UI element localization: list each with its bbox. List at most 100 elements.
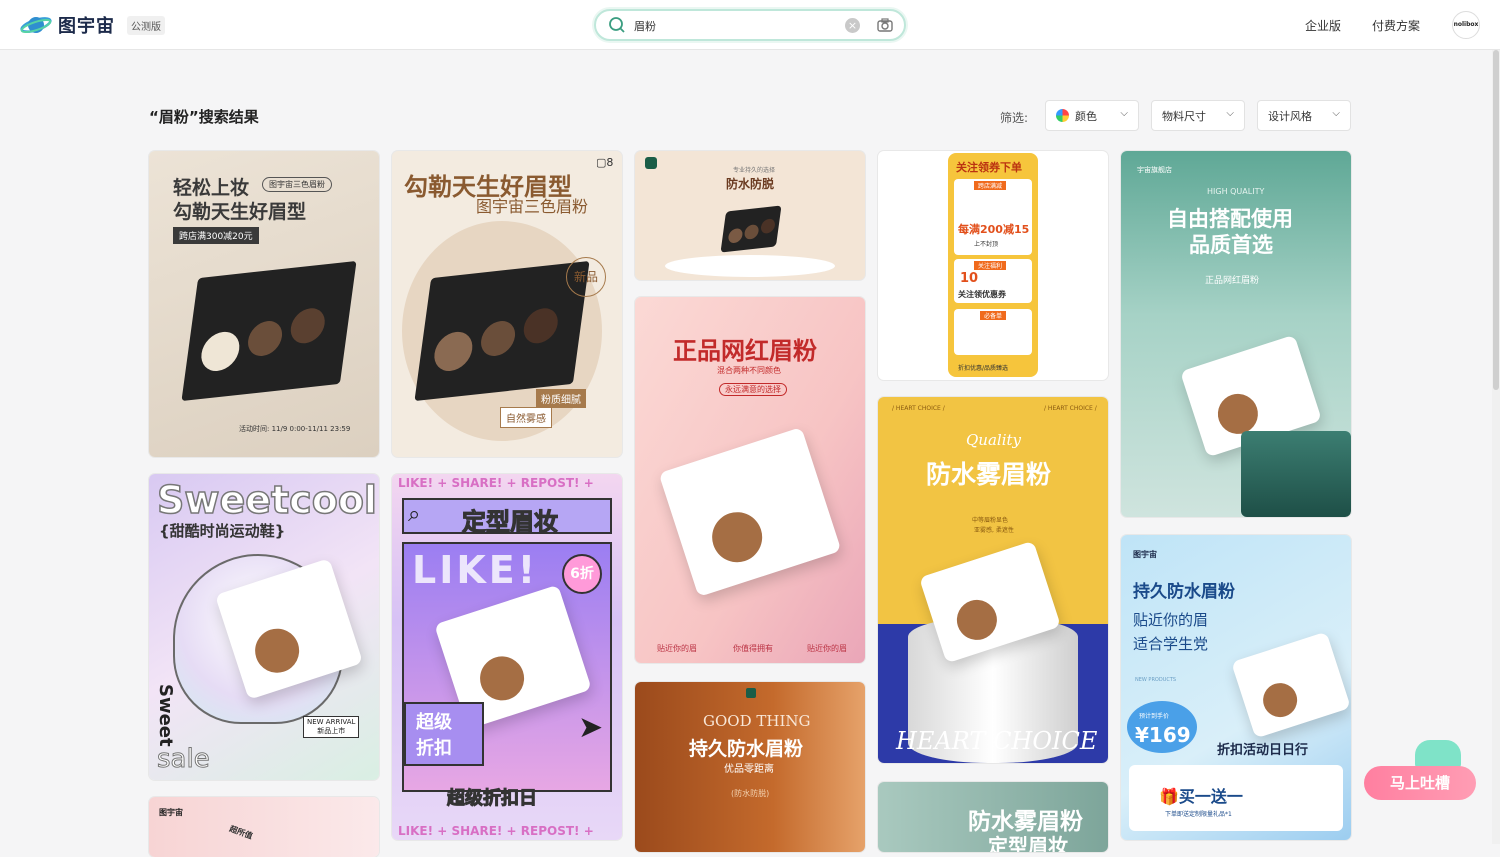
card-title: Sweetcool (156, 477, 377, 523)
card-title: 正品网红眉粉 (673, 336, 817, 365)
template-card[interactable]: 图宇宙 持久防水眉粉 贴近你的眉 适合学生党 NEW PRODUCTS 预计到手… (1121, 535, 1351, 840)
avatar[interactable]: nolibox (1452, 11, 1480, 39)
template-card[interactable]: 图宇宙 超所值 (149, 797, 379, 857)
feature-label: 自然雾感 (500, 407, 552, 428)
big-text: LIKE! (412, 548, 539, 592)
card-title: 持久防水眉粉 (1133, 582, 1235, 602)
cursor-icon: ➤ (578, 710, 604, 745)
card-brand: 图宇宙 (1133, 550, 1157, 559)
scrollbar-thumb[interactable] (1493, 50, 1499, 390)
template-card[interactable]: 正品网红眉粉 混合两种不同颜色 永远满意的选择 贴近你的眉 你值得拥有 贴近你的… (635, 297, 865, 663)
template-card[interactable]: Sweetcool {甜酷时尚运动鞋} Sweet sale NEW ARRIV… (149, 474, 379, 780)
card-title: 持久防水眉粉 (689, 738, 804, 760)
card-subtitle: 优品零距离 (724, 764, 774, 775)
card-subtitle: 正品网红眉粉 (1205, 276, 1260, 286)
template-card[interactable]: 勾勒天生好眉型 图宇宙三色眉粉 ▢8 新品 粉质细腻 自然雾感 (392, 151, 622, 457)
card-subtitle: 适合学生党 (1133, 635, 1209, 653)
card-brand: 图宇宙 (159, 808, 183, 817)
feedback-button[interactable]: 马上吐槽 (1364, 766, 1476, 800)
card-time: 活动时间: 11/9 0:00-11/11 23:59 (239, 425, 351, 433)
card-subtitle: 定型眉妆 (988, 834, 1068, 852)
card-subtitle: GOOD THING (703, 712, 811, 730)
feature: 贴近你的眉 (657, 644, 697, 653)
coupon-poster: 关注领券下单 跨店满减 每满200减15 上不封顶 关注福利 10 关注领优惠券… (948, 153, 1038, 377)
card-tag: 超所值 (228, 824, 254, 841)
card-shop: 宇宙旗舰店 (1137, 166, 1172, 174)
coupon-box: 关注福利 10 关注领优惠券 (954, 259, 1032, 303)
price-bubble: 预计到手价 ¥169 (1127, 701, 1197, 753)
filter-color[interactable]: 颜色 ⌵ (1045, 100, 1139, 131)
page-count: ▢8 (596, 156, 614, 169)
card-subtitle: 贴近你的眉 (1133, 611, 1209, 629)
new-arrival-badge: NEW ARRIVAL 新品上市 (303, 716, 360, 738)
brand-icon (645, 157, 657, 169)
card-tag: / HEART CHOICE / (1044, 405, 1097, 412)
template-card[interactable]: 专业持久的选择 防水防脱 (635, 151, 865, 280)
filter-style[interactable]: 设计风格 ⌵ (1257, 100, 1351, 131)
nav-pricing[interactable]: 付费方案 (1372, 17, 1420, 34)
search-bar[interactable]: 眉粉 × (594, 9, 906, 41)
card-subtitle: {甜酷时尚运动鞋} (159, 522, 286, 540)
results-title: “眉粉”搜索结果 (149, 108, 259, 126)
card-tag: / HEART CHOICE / (892, 405, 945, 412)
card-subtitle: Quality (966, 431, 1021, 449)
card-note: (防水防脱) (731, 789, 770, 798)
clear-icon[interactable]: × (845, 18, 860, 33)
template-card[interactable]: LIKE! + SHARE! + REPOST! + ⌕ 定型眉妆 LIKE! … (392, 474, 622, 840)
card-title: 防水雾眉粉 (926, 460, 1052, 489)
coupon-box: 必备单 (954, 309, 1032, 355)
template-card[interactable]: GOOD THING 持久防水眉粉 优品零距离 (防水防脱) (635, 682, 865, 852)
chevron-down-icon: ⌵ (1226, 108, 1234, 119)
product-image (181, 260, 357, 402)
product-image (1231, 631, 1351, 739)
logo-text: 图宇宙 (58, 16, 115, 37)
logo[interactable]: 图宇宙 公测版 (20, 12, 165, 38)
podium (665, 255, 835, 277)
template-card[interactable]: 轻松上妆 勾勒天生好眉型 图宇宙三色眉粉 跨店满300减20元 活动时间: 11… (149, 151, 379, 457)
search-input[interactable]: 眉粉 (634, 18, 656, 34)
brand-icon (746, 688, 756, 698)
card-title: 品质首选 (1189, 232, 1273, 257)
beta-badge: 公测版 (127, 15, 165, 35)
nav-enterprise[interactable]: 企业版 (1305, 17, 1341, 34)
filter-style-label: 设计风格 (1268, 109, 1312, 123)
feature-label: 粉质细腻 (536, 389, 586, 408)
card-title: 防水防脱 (726, 177, 775, 191)
side-text: Sweet (155, 684, 176, 747)
filter-color-label: 颜色 (1075, 109, 1097, 123)
card-tag: HIGH QUALITY (1207, 187, 1265, 196)
card-footer-title: 超级折扣日 (447, 788, 538, 810)
card-subtitle: 永远满意的选择 (719, 383, 787, 396)
template-card[interactable]: / HEART CHOICE / / HEART CHOICE / Qualit… (878, 397, 1108, 763)
promo-box: 超级 折扣 (404, 702, 484, 766)
discount-badge: 6折 (562, 554, 602, 594)
coupon-box: 跨店满减 每满200减15 上不封顶 (954, 179, 1032, 255)
bottom-banner: LIKE! + SHARE! + REPOST! + (398, 824, 594, 838)
chevron-down-icon: ⌵ (1120, 108, 1128, 119)
planet-logo-icon (20, 17, 52, 33)
filter-size[interactable]: 物料尺寸 ⌵ (1151, 100, 1245, 131)
product-image (414, 260, 590, 402)
card-tag: 图宇宙三色眉粉 (262, 177, 332, 192)
scrollbar[interactable] (1492, 50, 1500, 844)
card-tag: NEW PRODUCTS (1135, 677, 1177, 683)
card-title: 定型眉妆 (462, 508, 559, 537)
color-wheel-icon (1056, 109, 1069, 122)
card-title: 关注领券下单 (956, 161, 1022, 174)
camera-icon[interactable] (876, 16, 894, 34)
template-card[interactable]: 宇宙旗舰店 HIGH QUALITY 自由搭配使用 品质首选 正品网红眉粉 (1121, 151, 1351, 517)
search-icon: ⌕ (408, 502, 421, 527)
card-subtitle: 亚雾感, 柔遮性 (974, 527, 1014, 534)
template-card[interactable]: 防水雾眉粉 定型眉妆 (878, 782, 1108, 852)
card-subtitle: 混合两种不同颜色 (717, 366, 781, 375)
card-title: 轻松上妆 (173, 177, 250, 199)
search-icon (609, 17, 625, 33)
sale-text: sale (157, 744, 211, 775)
product-image (658, 427, 842, 597)
promo-box: 🎁买一送一 下单即送定制限量礼品*1 (1129, 765, 1343, 831)
top-banner: LIKE! + SHARE! + REPOST! + (398, 476, 594, 490)
title-box: ⌕ 定型眉妆 (402, 498, 612, 537)
template-card[interactable]: 关注领券下单 跨店满减 每满200减15 上不封顶 关注福利 10 关注领优惠券… (878, 151, 1108, 380)
filter-size-label: 物料尺寸 (1162, 109, 1206, 123)
podium (1241, 431, 1351, 517)
